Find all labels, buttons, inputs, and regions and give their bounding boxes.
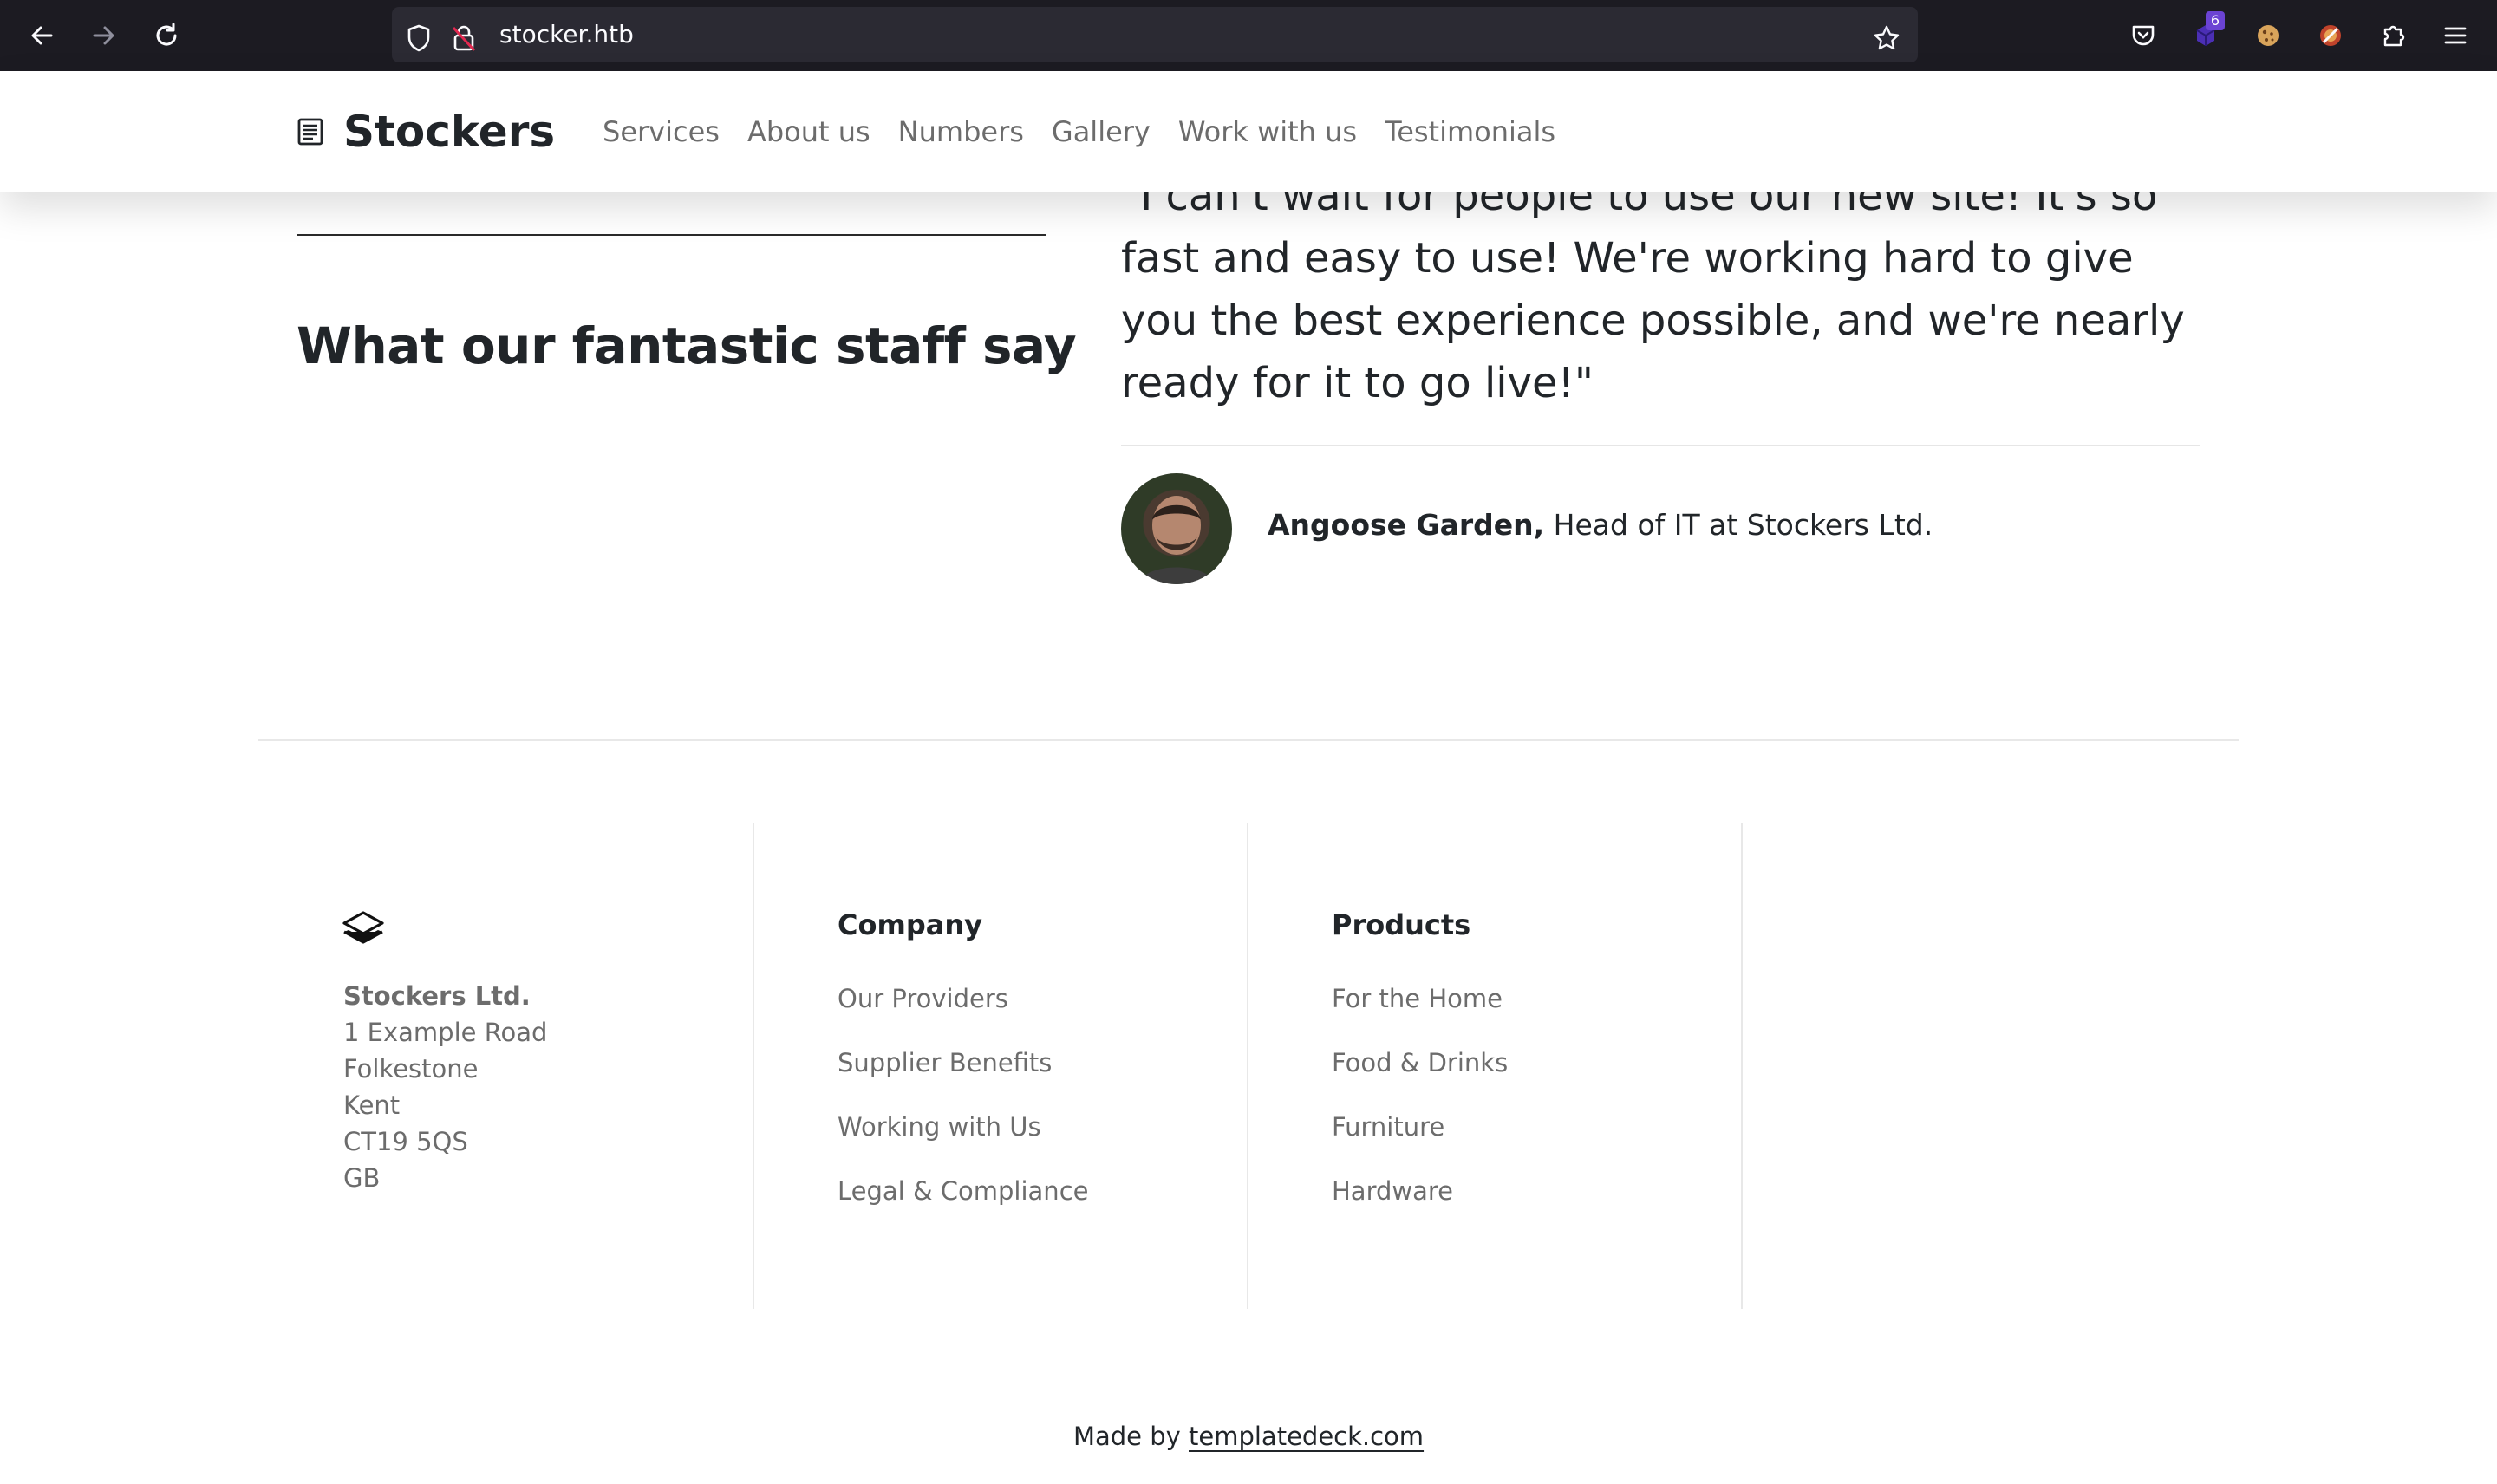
newspaper-logo-icon — [297, 118, 323, 146]
brand[interactable]: Stockers — [297, 71, 555, 192]
extension-badge-icon[interactable]: 6 — [2188, 11, 2225, 53]
address-line: Folkestone — [343, 1054, 479, 1084]
footer-products-links: For the Home Food & Drinks Furniture Har… — [1332, 984, 1508, 1240]
section-divider — [297, 234, 1046, 236]
address-bar[interactable]: stocker.htb — [392, 7, 1918, 62]
credits-link[interactable]: templatedeck.com — [1189, 1422, 1424, 1451]
nav-numbers[interactable]: Numbers — [898, 115, 1024, 148]
author-avatar — [1121, 473, 1232, 584]
extension-count-badge: 6 — [2206, 11, 2225, 30]
footer-column-divider — [753, 823, 754, 1309]
footer-company-title: Company — [838, 908, 982, 941]
footer-link-legal-compliance[interactable]: Legal & Compliance — [838, 1176, 1088, 1240]
reload-icon — [156, 23, 177, 46]
footer-link-hardware[interactable]: Hardware — [1332, 1176, 1508, 1240]
reload-button[interactable] — [149, 18, 184, 53]
footer-link-for-the-home[interactable]: For the Home — [1332, 984, 1508, 1048]
insecure-lock-icon[interactable] — [451, 24, 477, 52]
footer-logo[interactable] — [342, 910, 385, 950]
nav-testimonials[interactable]: Testimonials — [1385, 115, 1555, 148]
back-button[interactable] — [24, 18, 59, 53]
testimonial-quote: "I can't wait for people to use our new … — [1121, 172, 2185, 407]
footer-column-divider — [1247, 823, 1248, 1309]
forward-button[interactable] — [87, 18, 121, 53]
site-header: Stockers Services About us Numbers Galle… — [0, 71, 2497, 192]
back-arrow-icon — [31, 26, 53, 45]
footer-column-divider — [1741, 823, 1743, 1309]
address-company-name: Stockers Ltd. — [343, 981, 531, 1011]
shield-icon[interactable] — [406, 24, 432, 52]
nav-work-with-us[interactable]: Work with us — [1178, 115, 1357, 148]
testimonials-heading: What our fantastic staff say — [297, 316, 1077, 375]
address-line: CT19 5QS — [343, 1127, 468, 1156]
brand-name: Stockers — [343, 107, 556, 157]
bookmark-star-icon[interactable] — [1873, 24, 1900, 52]
footer-link-working-with-us[interactable]: Working with Us — [838, 1112, 1088, 1176]
url-text[interactable]: stocker.htb — [499, 7, 634, 62]
footer-credits: Made by templatedeck.com — [0, 1422, 2497, 1451]
cookie-editor-icon[interactable] — [2313, 18, 2348, 53]
extensions-puzzle-icon[interactable] — [2376, 18, 2410, 53]
footer-link-supplier-benefits[interactable]: Supplier Benefits — [838, 1048, 1088, 1112]
author-role: Head of IT at Stockers Ltd. — [1553, 508, 1933, 542]
quote-divider — [1121, 445, 2200, 446]
pocket-icon[interactable] — [2126, 18, 2161, 53]
testimonial-author: Angoose Garden, Head of IT at Stockers L… — [1268, 508, 1933, 542]
cookie-icon[interactable] — [2251, 18, 2285, 53]
company-address: Stockers Ltd. 1 Example Road Folkestone … — [343, 978, 547, 1196]
nav-about-us[interactable]: About us — [747, 115, 870, 148]
address-line: GB — [343, 1163, 381, 1193]
address-line: 1 Example Road — [343, 1018, 548, 1047]
footer-link-food-drinks[interactable]: Food & Drinks — [1332, 1048, 1508, 1112]
app-menu-icon[interactable] — [2438, 18, 2473, 53]
author-name: Angoose Garden, — [1268, 508, 1545, 542]
forward-arrow-icon — [93, 26, 114, 45]
address-line: Kent — [343, 1090, 401, 1120]
footer-products-title: Products — [1332, 908, 1471, 941]
footer-company-links: Our Providers Supplier Benefits Working … — [838, 984, 1088, 1240]
footer-link-our-providers[interactable]: Our Providers — [838, 984, 1088, 1048]
footer-link-furniture[interactable]: Furniture — [1332, 1112, 1508, 1176]
browser-toolbar: stocker.htb 6 — [0, 0, 2497, 71]
nav-services[interactable]: Services — [603, 115, 720, 148]
credits-prefix: Made by — [1072, 1422, 1181, 1451]
nav-gallery[interactable]: Gallery — [1052, 115, 1151, 148]
layers-logo-icon — [342, 911, 384, 944]
main-nav: Services About us Numbers Gallery Work w… — [603, 71, 1555, 192]
footer-divider — [258, 739, 2239, 741]
